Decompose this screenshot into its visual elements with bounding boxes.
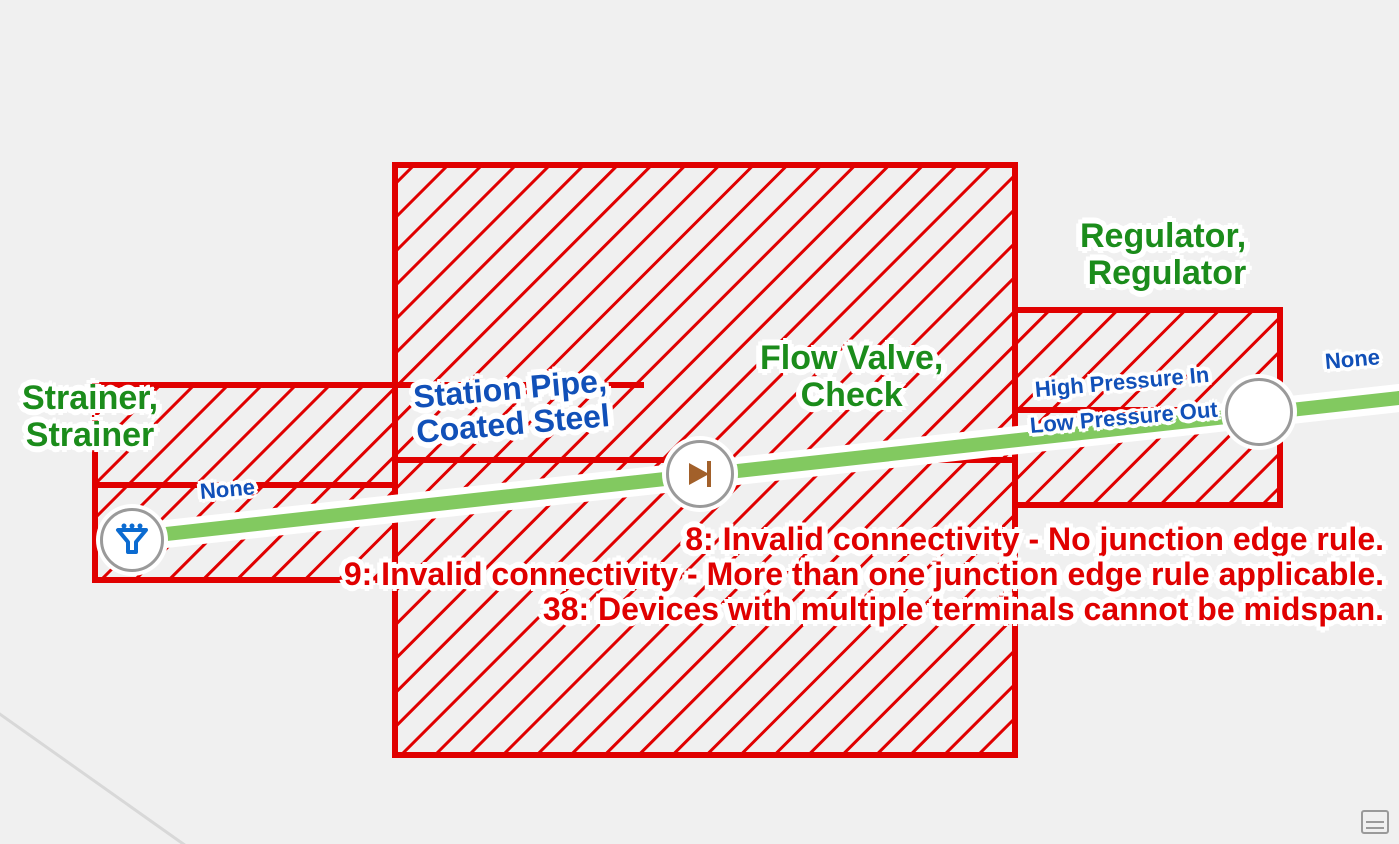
flow-valve-node[interactable] bbox=[666, 440, 734, 508]
map-canvas[interactable]: Strainer, Strainer Station Pipe, Coated … bbox=[0, 0, 1399, 844]
regulator-node[interactable] bbox=[1225, 378, 1293, 446]
strainer-node[interactable] bbox=[100, 508, 164, 572]
background-road bbox=[0, 700, 220, 844]
strainer-icon bbox=[114, 522, 150, 558]
map-svg-layer bbox=[0, 0, 1399, 844]
error-area-left-top bbox=[95, 385, 395, 485]
flow-valve-check-icon bbox=[683, 457, 717, 491]
panel-toggle-button[interactable] bbox=[1361, 810, 1389, 834]
